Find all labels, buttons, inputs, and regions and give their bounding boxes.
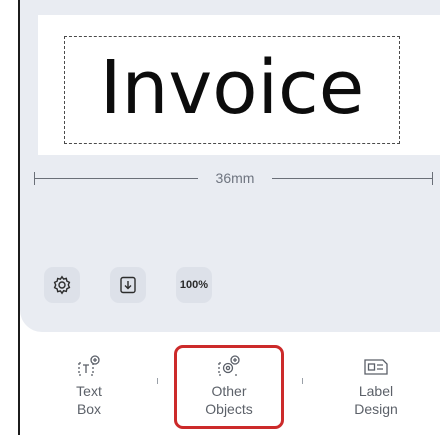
settings-button[interactable]: [44, 267, 80, 303]
other-objects-button[interactable]: Other Objects: [174, 352, 284, 428]
label-width-value: 36mm: [215, 170, 255, 186]
label-design-label: Label Design: [354, 383, 398, 417]
other-objects-label: Other Objects: [205, 383, 253, 417]
text-box-button[interactable]: Text Box: [34, 352, 144, 428]
zoom-button[interactable]: 100%: [176, 267, 212, 303]
zoom-level: 100%: [179, 279, 209, 291]
dimension-line-right: [272, 178, 432, 179]
dimension-end-cap: [432, 172, 433, 185]
text-box-add-icon: [76, 352, 102, 382]
label-text-object[interactable]: Invoice: [64, 32, 400, 144]
download-tray-icon: [118, 275, 138, 295]
gear-icon: [52, 275, 72, 295]
text-box-label: Text Box: [76, 383, 102, 417]
label-design-icon: [361, 352, 391, 382]
nav-separator: [302, 378, 303, 384]
label-design-button[interactable]: Label Design: [321, 352, 431, 428]
other-objects-add-icon: [215, 352, 243, 382]
dimension-line-left: [34, 178, 198, 179]
nav-separator: [157, 378, 158, 384]
import-button[interactable]: [110, 267, 146, 303]
